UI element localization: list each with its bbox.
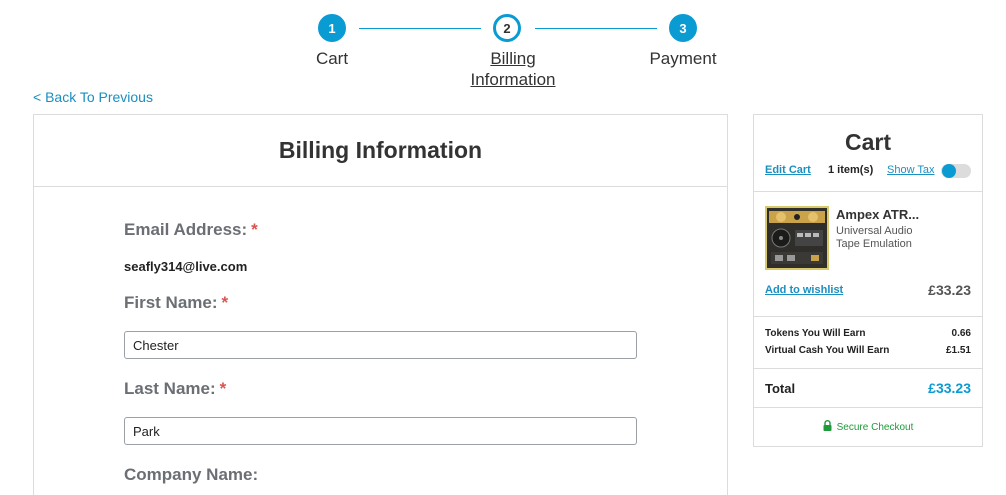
virtual-cash-value: £1.51 — [945, 345, 971, 356]
step-3-label: Payment — [649, 49, 717, 68]
cart-divider — [754, 316, 982, 317]
cart-divider — [754, 407, 982, 408]
first-name-label-text: First Name: — [124, 293, 218, 312]
toggle-knob — [942, 164, 956, 178]
lock-icon — [823, 420, 832, 431]
virtual-cash-label: Virtual Cash You Will Earn — [765, 345, 890, 356]
last-name-label-text: Last Name: — [124, 379, 216, 398]
company-name-label: Company Name: — [124, 465, 259, 484]
email-label-text: Email Address: — [124, 220, 248, 239]
first-name-label: First Name: * — [124, 293, 228, 313]
billing-title: Billing Information — [278, 137, 483, 163]
total-label: Total — [765, 381, 796, 396]
product-brand: Universal Audio — [836, 225, 913, 237]
last-name-input[interactable] — [124, 417, 637, 445]
required-mark: * — [219, 379, 227, 398]
email-value: seafly314@live.com — [124, 259, 248, 274]
checkout-progress: 1 Cart 2 Billing Information 3 Payment — [0, 6, 1006, 90]
last-name-label: Last Name: * — [124, 379, 226, 399]
tokens-row: Tokens You Will Earn 0.66 — [765, 328, 971, 339]
cart-panel: Cart Edit Cart 1 item(s) Show Tax Ampex … — [753, 114, 983, 447]
show-tax-toggle[interactable] — [941, 164, 971, 178]
product-category: Tape Emulation — [836, 238, 912, 250]
cart-title: Cart — [844, 129, 891, 155]
back-to-previous-link[interactable]: < Back To Previous — [33, 89, 153, 105]
step-2-label: Billing Information — [453, 48, 573, 90]
product-thumbnail[interactable] — [765, 206, 829, 270]
step-2-label-line2: Information — [470, 70, 556, 89]
virtual-cash-row: Virtual Cash You Will Earn £1.51 — [765, 345, 971, 356]
product-name[interactable]: Ampex ATR... — [836, 207, 919, 222]
cart-meta: Edit Cart 1 item(s) Show Tax — [765, 164, 971, 178]
step-connector-1 — [359, 28, 481, 29]
cart-divider — [754, 368, 982, 369]
secure-checkout-text: Secure Checkout — [836, 422, 914, 433]
step-connector-2 — [535, 28, 657, 29]
billing-header: Billing Information — [34, 115, 727, 187]
secure-checkout: Secure Checkout — [754, 420, 982, 433]
billing-panel: Billing Information Email Address: * seaf… — [33, 114, 728, 495]
add-to-wishlist-link[interactable]: Add to wishlist — [765, 284, 843, 296]
tokens-label: Tokens You Will Earn — [765, 328, 866, 339]
step-2-circle: 2 — [493, 14, 521, 42]
edit-cart-link[interactable]: Edit Cart — [765, 164, 811, 176]
step-1-circle[interactable]: 1 — [318, 14, 346, 42]
step-2-label-line1: Billing — [490, 49, 536, 68]
required-mark: * — [251, 220, 258, 239]
tape-machine-icon — [767, 208, 827, 268]
email-label: Email Address: * — [124, 220, 258, 240]
cart-divider — [754, 191, 982, 192]
step-1-label[interactable]: Cart — [292, 48, 372, 69]
tokens-value: 0.66 — [951, 328, 971, 339]
cart-item-count: 1 item(s) — [828, 164, 874, 176]
total-value: £33.23 — [928, 380, 971, 396]
required-mark: * — [221, 293, 229, 312]
show-tax-link[interactable]: Show Tax — [887, 164, 935, 176]
step-3-circle: 3 — [669, 14, 697, 42]
first-name-input[interactable] — [124, 331, 637, 359]
product-price: £33.23 — [928, 282, 971, 298]
